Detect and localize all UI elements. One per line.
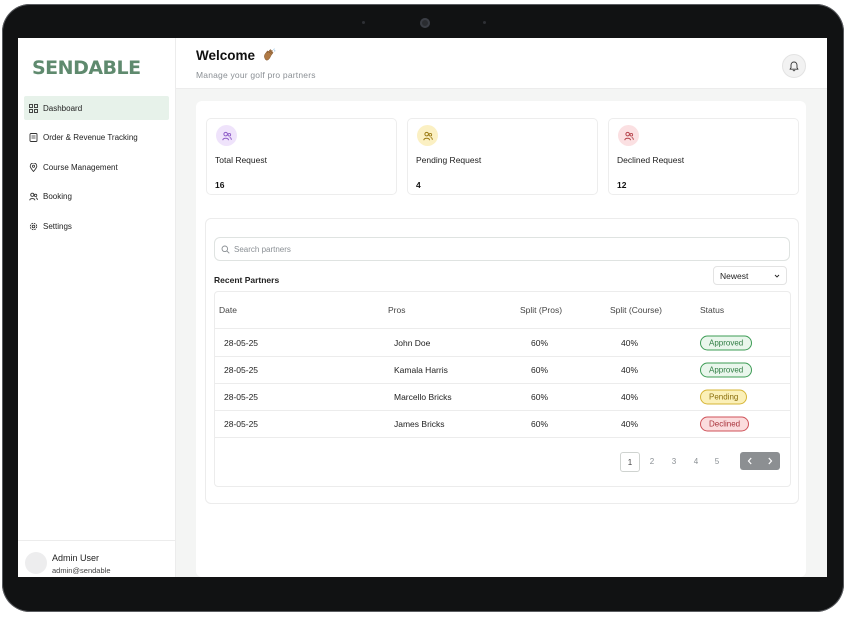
pagination-nav	[740, 452, 780, 470]
status-badge: Pending	[700, 389, 748, 404]
search-input[interactable]	[234, 244, 754, 254]
cell-split-pros: 60%	[531, 337, 549, 348]
page-header: Welcome Manage your golf pro partners	[176, 38, 827, 89]
sidebar-item-dashboard[interactable]: Dashboard	[24, 96, 169, 120]
sidebar-item-label: Dashboard	[43, 103, 83, 113]
column-header-date: Date	[219, 305, 237, 315]
waving-hand-icon	[262, 48, 276, 62]
cell-split-course: 40%	[621, 364, 639, 375]
column-header-split-course: Split (Course)	[610, 305, 662, 315]
column-header-split-pros: Split (Pros)	[520, 305, 563, 315]
gear-icon	[29, 222, 38, 231]
sidebar-item-course-management[interactable]: Course Management	[24, 155, 169, 179]
logo[interactable]: SENDABLE	[32, 57, 141, 79]
page-title-row: Welcome	[196, 48, 276, 63]
stat-label: Pending Request	[416, 155, 482, 165]
column-header-status: Status	[700, 305, 725, 315]
page-button-5[interactable]: 5	[712, 452, 722, 470]
sidebar-item-booking[interactable]: Booking	[24, 185, 169, 209]
table-row[interactable]: 28-05-25 Kamala Harris 60% 40% Approved	[215, 356, 790, 384]
stat-label: Total Request	[215, 155, 267, 165]
table-header: Date Pros Split (Pros) Split (Course) St…	[215, 292, 790, 329]
sidebar-item-label: Order & Revenue Tracking	[43, 133, 138, 142]
page-button-2[interactable]: 2	[647, 452, 657, 470]
sidebar-nav: Dashboard Order & Revenue Tracking Cours…	[24, 96, 169, 244]
sidebar-item-label: Settings	[43, 221, 72, 231]
user-profile[interactable]: Admin User admin@sendable	[18, 540, 175, 577]
stat-label: Declined Request	[617, 155, 685, 165]
sidebar-item-label: Course Management	[43, 162, 118, 172]
partners-table: Date Pros Split (Pros) Split (Course) St…	[214, 291, 791, 487]
cell-split-course: 40%	[621, 418, 639, 429]
table-row[interactable]: 28-05-25 Marcello Bricks 60% 40% Pending	[215, 383, 790, 411]
users-icon	[618, 125, 639, 146]
cell-split-course: 40%	[621, 337, 639, 348]
page-button-1[interactable]: 1	[620, 452, 640, 472]
cell-date: 28-05-25	[224, 364, 259, 375]
notifications-button[interactable]	[782, 54, 806, 78]
page-subtitle: Manage your golf pro partners	[196, 70, 316, 80]
map-pin-icon	[29, 162, 38, 172]
cell-pro: Marcello Bricks	[394, 391, 452, 402]
user-name: Admin User	[52, 553, 100, 563]
bell-icon	[789, 61, 799, 71]
stat-card-total[interactable]: Total Request 16	[206, 118, 397, 195]
users-icon	[29, 192, 38, 201]
sensor-dot	[483, 21, 486, 24]
sort-dropdown[interactable]: Newest	[713, 266, 787, 285]
table-row[interactable]: 28-05-25 John Doe 60% 40% Approved	[215, 329, 790, 357]
table-row[interactable]: 28-05-25 James Bricks 60% 40% Declined	[215, 410, 790, 438]
search-box[interactable]	[214, 237, 790, 261]
stat-value: 16	[215, 180, 225, 190]
sensor-dot	[362, 21, 365, 24]
users-icon	[417, 125, 438, 146]
page-title: Welcome	[196, 48, 256, 63]
stat-card-pending[interactable]: Pending Request 4	[407, 118, 598, 195]
page-button-4[interactable]: 4	[691, 452, 701, 470]
cell-split-pros: 60%	[531, 418, 549, 429]
status-badge: Approved	[700, 362, 753, 377]
cell-pro: Kamala Harris	[394, 364, 448, 375]
user-email: admin@sendable	[52, 566, 111, 575]
screen: SENDABLE Dashboard Order & Revenue Track…	[18, 38, 827, 577]
cell-date: 28-05-25	[224, 418, 259, 429]
page-button-3[interactable]: 3	[669, 452, 679, 470]
status-badge: Approved	[700, 335, 753, 350]
sort-label: Newest	[720, 270, 749, 281]
stat-card-declined[interactable]: Declined Request 12	[608, 118, 799, 195]
users-icon	[216, 125, 237, 146]
chevron-right-icon[interactable]	[766, 457, 774, 465]
cell-split-pros: 60%	[531, 391, 549, 402]
cell-date: 28-05-25	[224, 337, 259, 348]
column-header-pros: Pros	[388, 305, 406, 315]
cell-split-pros: 60%	[531, 364, 549, 375]
main-content: Welcome Manage your golf pro partners To…	[176, 38, 827, 577]
dashboard-panel: Total Request 16 Pending Request 4 Decli…	[196, 101, 806, 577]
section-title: Recent Partners	[214, 275, 280, 285]
chevron-down-icon	[774, 274, 780, 278]
cell-split-course: 40%	[621, 391, 639, 402]
cell-pro: James Bricks	[394, 418, 445, 429]
chevron-left-icon[interactable]	[746, 457, 754, 465]
partners-section: Recent Partners Newest Date Pros Split (…	[205, 218, 799, 504]
cell-date: 28-05-25	[224, 391, 259, 402]
receipt-icon	[29, 133, 38, 142]
status-badge: Declined	[700, 416, 750, 431]
camera-icon	[420, 18, 430, 28]
stat-value: 12	[617, 180, 627, 190]
cell-pro: John Doe	[394, 337, 431, 348]
sidebar-item-settings[interactable]: Settings	[24, 214, 169, 238]
avatar	[25, 552, 47, 574]
sidebar-item-label: Booking	[43, 192, 72, 201]
sidebar-item-order-revenue[interactable]: Order & Revenue Tracking	[24, 126, 169, 150]
search-icon	[221, 245, 230, 254]
stat-value: 4	[416, 180, 421, 190]
grid-icon	[29, 103, 38, 113]
sidebar: SENDABLE Dashboard Order & Revenue Track…	[18, 38, 176, 577]
